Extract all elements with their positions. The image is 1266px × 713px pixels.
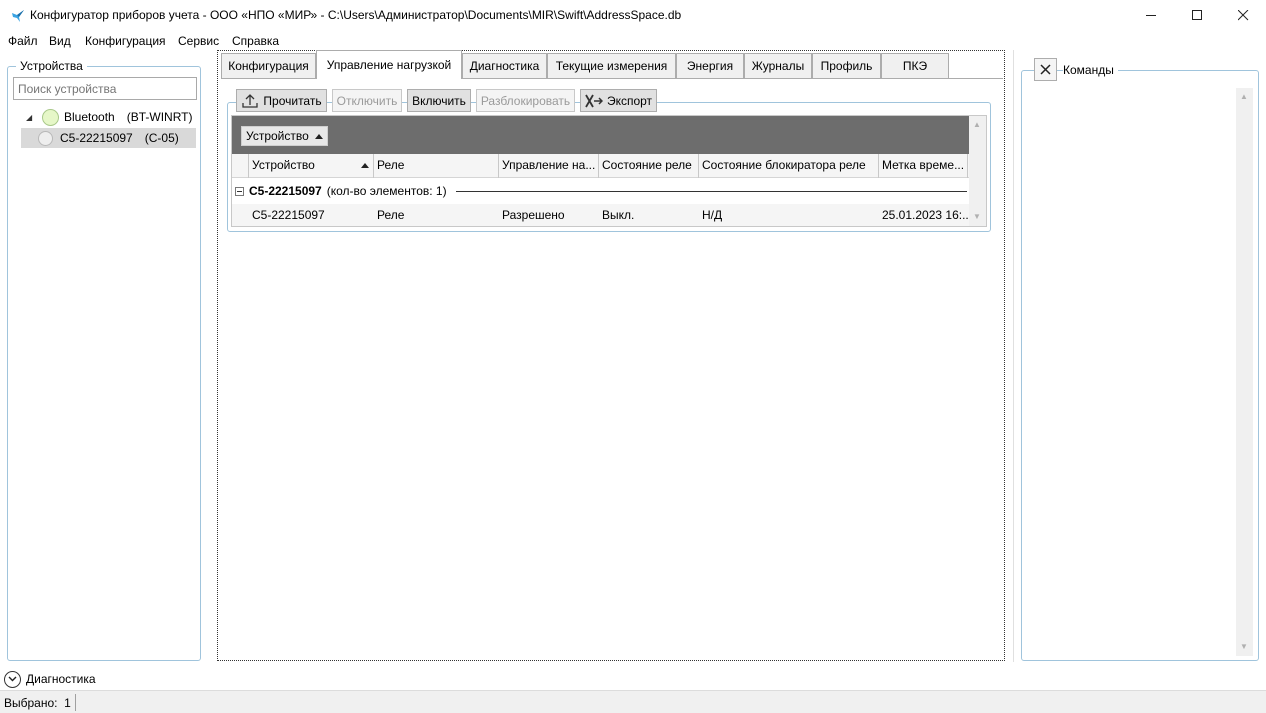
header-relay[interactable]: Реле — [374, 154, 499, 178]
commands-panel-title: Команды — [1063, 63, 1118, 77]
export-button[interactable]: Экспорт — [580, 89, 657, 112]
sort-ascending-icon — [361, 163, 369, 168]
header-relay-state[interactable]: Состояние реле — [599, 154, 699, 178]
export-icon — [585, 94, 603, 108]
collapse-icon[interactable] — [235, 186, 244, 196]
menu-help[interactable]: Справка — [232, 34, 279, 48]
upload-icon — [241, 93, 259, 109]
cell-relay-state: Выкл. — [602, 208, 635, 222]
cell-load-control: Разрешено — [502, 208, 565, 222]
tree-node-type: (BT-WINRT) — [126, 110, 193, 124]
commands-panel — [1021, 70, 1259, 661]
tab-power-quality[interactable]: ПКЭ — [881, 53, 949, 78]
header-device-label: Устройство — [252, 158, 315, 172]
menu-service[interactable]: Сервис — [178, 34, 219, 48]
status-separator — [75, 694, 76, 711]
grid-header: Устройство Реле Управление на... Состоян… — [232, 154, 969, 178]
unblock-button[interactable]: Разблокировать — [476, 89, 575, 112]
diagnostics-expander[interactable]: Диагностика — [4, 670, 96, 688]
tab-diagnostics[interactable]: Диагностика — [462, 53, 547, 78]
header-load-control[interactable]: Управление на... — [499, 154, 599, 178]
window-title: Конфигуратор приборов учета - ООО «НПО «… — [30, 8, 682, 22]
tree-node-device[interactable]: C5-22215097 (C-05) — [21, 128, 196, 148]
menu-bar: Файл Вид Конфигурация Сервис Справка — [0, 31, 1266, 50]
panel-splitter[interactable] — [1013, 50, 1014, 662]
relay-grid: Устройство Устройство Реле Управление на… — [231, 115, 987, 227]
tab-configuration[interactable]: Конфигурация — [221, 53, 316, 78]
tab-load-control[interactable]: Управление нагрузкой — [316, 50, 462, 79]
tab-journals[interactable]: Журналы — [744, 53, 812, 78]
cell-relay: Реле — [377, 208, 405, 222]
grid-vertical-scrollbar[interactable]: ▲ ▼ — [969, 116, 986, 226]
devices-panel-title: Устройства — [16, 59, 87, 73]
cell-blocker-state: Н/Д — [702, 208, 723, 222]
cell-device: C5-22215097 — [252, 208, 325, 222]
read-button-label: Прочитать — [263, 93, 322, 108]
group-by-panel: Устройство — [232, 116, 969, 154]
status-bar: Выбрано: 1 — [0, 690, 1266, 713]
menu-file[interactable]: Файл — [8, 34, 38, 48]
table-row[interactable]: C5-22215097 Реле Разрешено Выкл. Н/Д 25.… — [232, 204, 969, 226]
header-device[interactable]: Устройство — [249, 154, 374, 178]
tree-node-type: (C-05) — [144, 131, 179, 145]
cell-timestamp: 25.01.2023 16:... — [882, 208, 968, 222]
group-divider — [456, 191, 967, 192]
close-commands-icon[interactable] — [1034, 58, 1057, 81]
expand-arrow-icon[interactable]: ◢ — [26, 113, 34, 122]
devices-panel: Устройства ◢ Bluetooth (BT-WINRT) C5-222… — [7, 59, 201, 661]
tree-node-name: Bluetooth — [64, 110, 115, 124]
selected-count: Выбрано: 1 — [4, 696, 71, 710]
enable-button[interactable]: Включить — [407, 89, 471, 112]
group-by-chip[interactable]: Устройство — [241, 126, 328, 146]
diagnostics-label: Диагностика — [26, 672, 96, 686]
group-by-chip-label: Устройство — [246, 129, 309, 143]
header-timestamp[interactable]: Метка време... — [879, 154, 968, 178]
read-button[interactable]: Прочитать — [236, 89, 327, 112]
status-indicator-icon — [42, 108, 59, 126]
app-logo-icon — [12, 10, 24, 22]
tree-node-bluetooth[interactable]: ◢ Bluetooth (BT-WINRT) — [26, 107, 192, 127]
maximize-icon[interactable] — [1174, 0, 1220, 31]
group-count: (кол-во элементов: 1) — [326, 184, 447, 198]
minimize-icon[interactable] — [1128, 0, 1174, 31]
close-icon[interactable] — [1220, 0, 1266, 31]
menu-configuration[interactable]: Конфигурация — [85, 34, 166, 48]
tab-profile[interactable]: Профиль — [812, 53, 881, 78]
scroll-down-icon[interactable]: ▼ — [1240, 642, 1248, 651]
disable-button[interactable]: Отключить — [332, 89, 402, 112]
title-bar: Конфигуратор приборов учета - ООО «НПО «… — [0, 0, 1266, 31]
status-indicator-icon — [38, 130, 53, 146]
export-button-label: Экспорт — [606, 93, 653, 108]
scroll-down-icon[interactable]: ▼ — [973, 212, 981, 221]
commands-vertical-scrollbar[interactable]: ▲ ▼ — [1236, 88, 1253, 656]
menu-view[interactable]: Вид — [49, 34, 71, 48]
device-search-input[interactable] — [13, 77, 197, 100]
tab-current-measurements[interactable]: Текущие измерения — [547, 53, 676, 78]
sort-ascending-icon — [314, 133, 323, 139]
scroll-up-icon[interactable]: ▲ — [973, 120, 981, 129]
header-blocker-state[interactable]: Состояние блокиратора реле — [699, 154, 879, 178]
chevron-down-icon[interactable] — [4, 670, 21, 688]
scroll-up-icon[interactable]: ▲ — [1240, 92, 1248, 101]
header-spacer — [232, 154, 249, 178]
group-row[interactable]: C5-22215097 (кол-во элементов: 1) — [232, 180, 969, 202]
group-name: C5-22215097 — [249, 184, 322, 198]
tree-node-name: C5-22215097 — [60, 131, 133, 145]
tab-energy[interactable]: Энергия — [676, 53, 744, 78]
